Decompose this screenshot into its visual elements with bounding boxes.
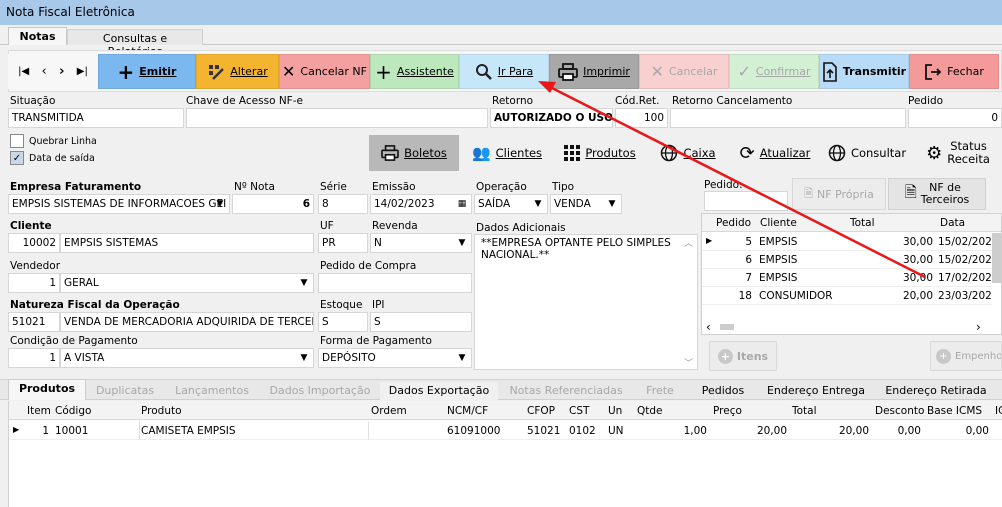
annotation-arrow — [538, 81, 926, 279]
arrow-line — [551, 86, 926, 279]
arrow-head — [538, 81, 556, 93]
